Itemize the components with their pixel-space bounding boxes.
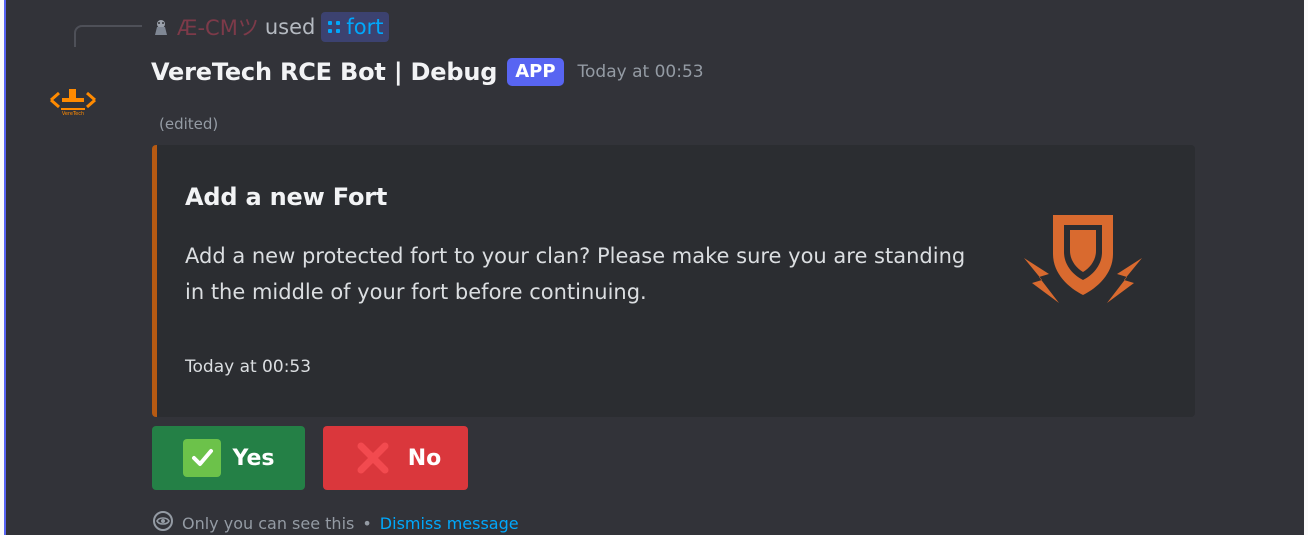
message-header: VereTech RCE Bot | Debug APP Today at 00… xyxy=(151,58,704,86)
reply-username[interactable]: Æ-CMツ xyxy=(177,12,259,42)
slash-command-pill[interactable]: fort xyxy=(321,12,390,42)
no-button[interactable]: No xyxy=(323,426,468,490)
check-icon xyxy=(182,439,221,477)
slash-command-name[interactable]: fort xyxy=(346,15,383,39)
reply-connector-line xyxy=(74,25,142,47)
embed-title: Add a new Fort xyxy=(185,183,388,211)
ephemeral-text: Only you can see this xyxy=(182,513,355,533)
ephemeral-separator: • xyxy=(362,513,372,533)
message-actions: Yes No xyxy=(152,426,468,490)
embed-footer-timestamp: Today at 00:53 xyxy=(185,357,312,377)
edited-label: (edited) xyxy=(159,115,219,133)
eye-icon xyxy=(152,510,174,535)
yes-button-label: Yes xyxy=(232,445,275,471)
embed-description: Add a new protected fort to your clan? P… xyxy=(185,244,966,304)
no-button-label: No xyxy=(407,445,442,471)
reply-user-avatar-icon xyxy=(151,17,171,37)
bot-avatar[interactable]: VereTech xyxy=(44,81,102,123)
fort-embed: Add a new Fort Add a new protected fort … xyxy=(152,145,1195,417)
ephemeral-notice: Only you can see this • Dismiss message xyxy=(152,510,519,535)
message-timestamp[interactable]: Today at 00:53 xyxy=(578,62,704,82)
shield-lightning-icon xyxy=(1022,207,1144,311)
svg-text:VereTech: VereTech xyxy=(62,111,84,117)
app-badge: APP xyxy=(507,58,564,86)
bot-username[interactable]: VereTech RCE Bot | Debug xyxy=(151,58,497,86)
cross-icon xyxy=(350,435,396,481)
command-reply-context[interactable]: Æ-CMツ used fort xyxy=(151,12,390,42)
discord-message-view: Æ-CMツ used fort VereTech VereTech RCE Bo… xyxy=(4,0,1304,535)
dismiss-message-link[interactable]: Dismiss message xyxy=(380,514,519,533)
apps-icon xyxy=(327,15,341,39)
yes-button[interactable]: Yes xyxy=(152,426,305,490)
reply-used-label: used xyxy=(264,15,316,39)
